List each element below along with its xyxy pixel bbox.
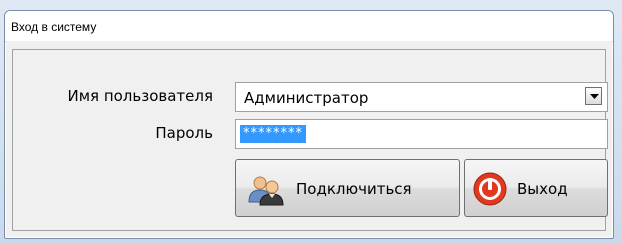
chevron-down-icon xyxy=(590,94,599,99)
dropdown-arrow-button[interactable] xyxy=(585,87,602,105)
password-field[interactable]: ******** xyxy=(235,119,608,149)
password-label: Пароль xyxy=(155,124,213,142)
power-icon xyxy=(473,172,507,206)
username-dropdown[interactable]: Администратор xyxy=(235,82,608,112)
exit-button[interactable]: Выход xyxy=(464,159,608,217)
users-icon xyxy=(248,176,284,206)
login-dialog: Вход в систему Имя пользователя Админист… xyxy=(4,10,614,239)
exit-button-label: Выход xyxy=(517,180,568,198)
login-panel: Имя пользователя Администратор Пароль **… xyxy=(12,49,608,231)
username-label: Имя пользователя xyxy=(67,87,213,105)
password-value: ******** xyxy=(240,125,306,143)
title-bar[interactable]: Вход в систему xyxy=(5,11,613,42)
connect-button[interactable]: Подключиться xyxy=(235,159,460,217)
dialog-body: Имя пользователя Администратор Пароль **… xyxy=(6,41,612,237)
username-value: Администратор xyxy=(244,89,369,107)
window-title: Вход в систему xyxy=(11,20,97,34)
connect-button-label: Подключиться xyxy=(296,180,412,198)
